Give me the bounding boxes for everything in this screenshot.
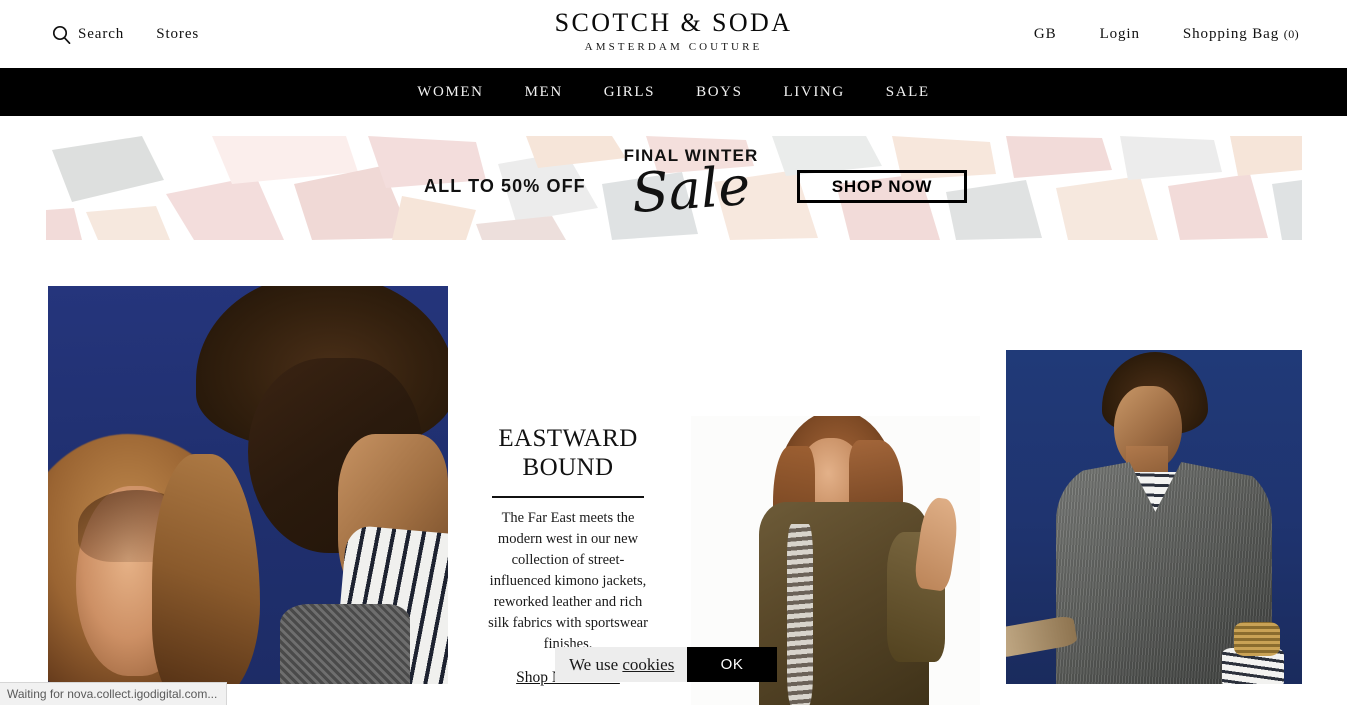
promo-discount-text: ALL TO 50% OFF — [424, 176, 586, 196]
shop-now-label: SHOP NOW — [831, 176, 933, 196]
browser-status-bar: Waiting for nova.collect.igodigital.com.… — [0, 682, 228, 705]
hero-image-cardigan[interactable] — [1006, 350, 1302, 684]
model-man-jacket — [280, 604, 410, 684]
sale-promo-banner[interactable]: ALL TO 50% OFF FINAL WINTER Sale SHOP NO… — [46, 136, 1302, 240]
editorial-divider — [492, 496, 644, 498]
shopping-bag-link[interactable]: Shopping Bag (0) — [1183, 26, 1299, 43]
cookie-policy-link[interactable]: cookies — [622, 655, 674, 674]
cookie-message: We use cookies — [569, 655, 674, 675]
search-button[interactable]: Search — [52, 25, 124, 44]
shop-now-button[interactable]: SHOP NOW — [797, 170, 967, 203]
top-utility-header: Search Stores SCOTCH & SODA AMSTERDAM CO… — [0, 0, 1347, 68]
shopping-bag-label: Shopping Bag — [1182, 25, 1280, 42]
search-label: Search — [78, 25, 125, 42]
nav-item-boys[interactable]: BOYS — [696, 84, 742, 101]
nav-item-living[interactable]: LIVING — [784, 84, 845, 101]
nav-item-men[interactable]: MEN — [525, 84, 563, 101]
stores-link[interactable]: Stores — [156, 26, 199, 43]
hero-image-couple[interactable] — [48, 286, 448, 684]
nav-item-girls[interactable]: GIRLS — [604, 84, 655, 101]
cookie-accept-button[interactable]: OK — [687, 647, 777, 682]
search-icon — [52, 25, 71, 44]
status-message: Waiting for nova.collect.igodigital.com.… — [7, 687, 218, 701]
header-left-links: Search Stores — [52, 0, 199, 68]
model-center-scarf — [787, 524, 813, 705]
editorial-body: The Far East meets the modern west in ou… — [488, 510, 648, 652]
promo-headline-group: FINAL WINTER Sale — [601, 146, 781, 225]
login-link[interactable]: Login — [1100, 26, 1140, 43]
nav-item-sale[interactable]: SALE — [886, 84, 930, 101]
model-right-bracelets — [1234, 622, 1280, 656]
promo-content: ALL TO 50% OFF FINAL WINTER Sale SHOP NO… — [46, 136, 1302, 240]
header-right-links: GB Login Shopping Bag (0) — [1034, 0, 1299, 68]
editorial-title: EASTWARD BOUND — [498, 425, 638, 481]
shopping-bag-count: (0) — [1283, 26, 1299, 41]
promo-script-word: Sale — [629, 153, 753, 226]
region-selector[interactable]: GB — [1034, 26, 1057, 43]
cookie-consent-banner: We use cookies OK — [555, 647, 777, 682]
main-navigation: WOMEN MEN GIRLS BOYS LIVING SALE — [0, 68, 1347, 116]
cookie-message-prefix: We use — [569, 654, 623, 674]
nav-item-women[interactable]: WOMEN — [417, 84, 483, 101]
